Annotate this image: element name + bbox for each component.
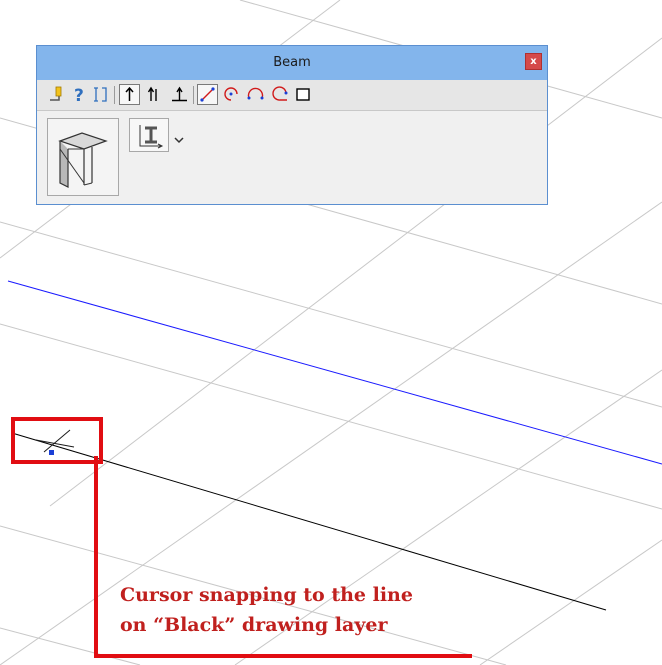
pen-settings-icon[interactable]: [46, 84, 67, 105]
help-icon[interactable]: ?: [69, 84, 90, 106]
double-arrow-icon[interactable]: [143, 84, 164, 105]
arc-three-point-icon[interactable]: [245, 84, 266, 105]
chevron-down-icon: [174, 129, 184, 148]
beam-tool-button[interactable]: [47, 118, 119, 196]
rectangle-icon[interactable]: [293, 84, 314, 105]
palette-titlebar[interactable]: Beam x: [37, 46, 547, 80]
perpendicular-arrow-icon[interactable]: [169, 84, 190, 105]
toolbar-separator: [193, 86, 194, 104]
beam-palette-window[interactable]: Beam x ?: [36, 45, 548, 205]
arrow-up-icon[interactable]: [119, 84, 140, 105]
palette-title: Beam: [273, 55, 311, 70]
arc-center-icon[interactable]: [221, 84, 242, 105]
beam-type-dropdown[interactable]: [169, 118, 191, 152]
i-beam-profile-icon: [136, 122, 164, 154]
beam-type-button[interactable]: [129, 118, 169, 152]
cursor-highlight-box: [11, 417, 103, 464]
beam-3d-icon: [54, 125, 112, 193]
toolbar-separator: [114, 86, 115, 104]
callout-leader-horizontal: [94, 654, 472, 658]
callout-text-line2: on “Black” drawing layer: [120, 614, 388, 636]
profile-settings-icon[interactable]: [90, 84, 111, 105]
arc-tangent-icon[interactable]: [269, 84, 290, 105]
close-button[interactable]: x: [525, 53, 542, 70]
blue-layer-line[interactable]: [7, 280, 662, 465]
svg-text:?: ?: [74, 86, 84, 105]
palette-toolbar: ?: [37, 80, 547, 111]
callout-text-line1: Cursor snapping to the line: [120, 584, 413, 606]
callout-leader-vertical: [94, 456, 98, 658]
straight-line-icon[interactable]: [197, 84, 218, 105]
